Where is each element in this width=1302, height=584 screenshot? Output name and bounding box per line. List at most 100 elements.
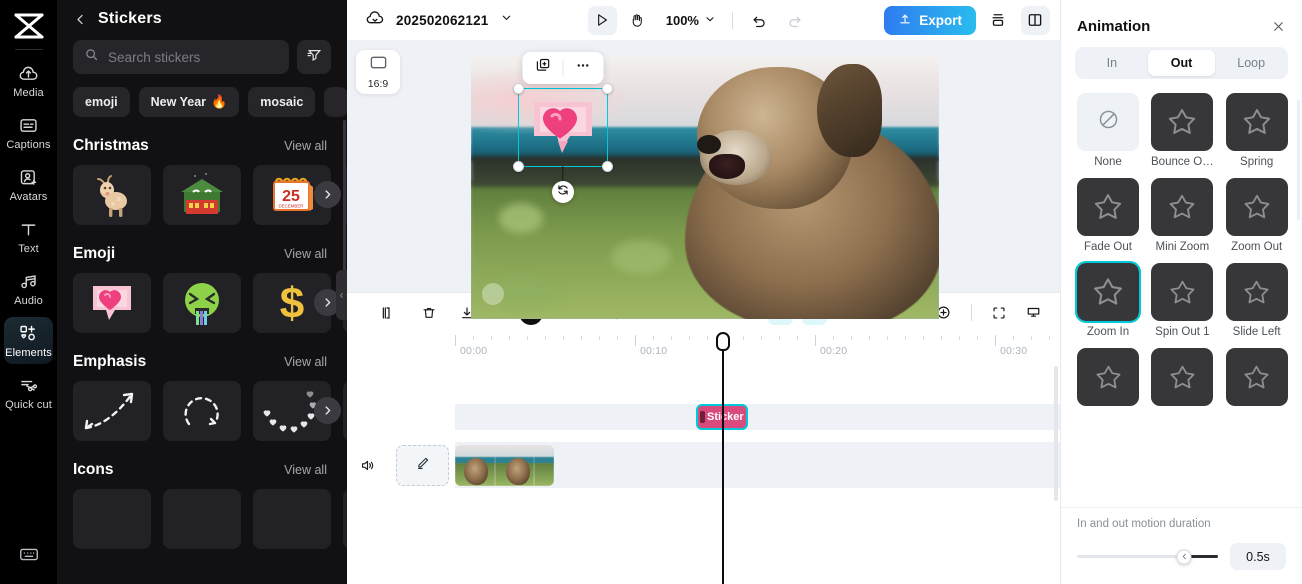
chip-label: emoji [85,95,118,109]
animation-option-12[interactable] [1225,348,1288,411]
project-name[interactable]: 202502062121 [396,13,489,28]
preview-screen-button[interactable] [1021,300,1046,325]
animation-thumbnail [1225,263,1288,321]
sticker-tile-curved-arrow[interactable] [73,381,151,441]
sticker-tile-dashed-circle-arrow[interactable] [163,381,241,441]
split-clip-button[interactable] [373,300,398,325]
resize-handle-bottom-left[interactable] [513,161,524,172]
sticker-tile-icon-3[interactable] [253,489,331,549]
resize-handle-bottom-right[interactable] [602,161,613,172]
view-all-link[interactable]: View all [284,139,327,153]
panel-scrollbar[interactable] [343,120,346,290]
chip-emoji[interactable]: emoji [73,87,130,117]
rotate-handle[interactable] [552,181,574,203]
sticker-tile-sick-face[interactable] [163,273,241,333]
animation-option-spin-out-1[interactable]: Spin Out 1 [1151,263,1214,338]
sidebar-item-elements[interactable]: Elements [4,317,53,364]
view-all-link[interactable]: View all [284,355,327,369]
sticker-tile-reindeer[interactable] [73,165,151,225]
tab-loop[interactable]: Loop [1217,50,1285,76]
delete-button[interactable] [416,300,441,325]
tag-chip-list: emoji New Year 🔥 mosaic [57,74,347,117]
chip-mosaic[interactable]: mosaic [248,87,316,117]
animation-option-mini-zoom[interactable]: Mini Zoom [1151,178,1214,253]
search-icon [84,47,99,67]
tab-out[interactable]: Out [1147,50,1216,76]
sticker-tile-pink-heart-message[interactable] [73,273,151,333]
undo-button[interactable] [745,6,774,35]
sticker-tile-icon-2[interactable] [163,489,241,549]
panel-collapse-handle[interactable] [336,270,347,320]
sticker-tile-icon-1[interactable] [73,489,151,549]
playhead[interactable] [716,332,730,584]
animation-option-bounce-out[interactable]: Bounce O… [1151,93,1214,168]
search-box[interactable] [73,40,289,74]
sticker-track[interactable] [455,404,1060,430]
sidebar-item-captions[interactable]: Captions [4,109,53,156]
svg-text:25: 25 [282,188,300,205]
animation-option-spring[interactable]: Spring [1225,93,1288,168]
clip-trim-handle-right[interactable] [745,411,746,423]
playhead-handle[interactable] [716,332,730,351]
chevron-left-icon [1182,553,1186,560]
hand-tool-button[interactable] [623,6,652,35]
sidebar-item-quick-cut[interactable]: Quick cut [4,369,53,416]
clip-trim-handle-left[interactable] [700,411,705,423]
panel-scrollbar[interactable] [1297,100,1300,220]
layers-button[interactable] [984,6,1013,35]
resize-handle-top-right[interactable] [602,83,613,94]
star-icon [1094,278,1122,305]
duplicate-icon[interactable] [535,57,552,79]
animation-option-slide-left[interactable]: Slide Left [1225,263,1288,338]
back-button[interactable] [73,12,88,27]
animation-option-zoom-in[interactable]: Zoom In [1075,261,1141,338]
animation-option-zoom-out[interactable]: Zoom Out [1225,178,1288,253]
edit-clip-button[interactable] [396,445,449,486]
aspect-ratio-button[interactable]: 16:9 [356,50,400,94]
duration-slider-knob[interactable] [1176,549,1192,564]
close-icon[interactable] [1271,19,1286,34]
animation-option-11[interactable] [1151,348,1214,411]
resize-handle-top-left[interactable] [513,83,524,94]
fit-to-screen-button[interactable] [987,300,1012,325]
chip-overflow[interactable] [324,87,347,117]
chip-new-year[interactable]: New Year 🔥 [138,87,240,117]
split-view-button[interactable] [1020,5,1050,35]
keyboard-shortcuts-button[interactable] [0,543,57,570]
search-input[interactable] [108,49,278,65]
export-button[interactable]: Export [884,5,976,35]
animation-option-10[interactable] [1077,348,1139,411]
duration-slider[interactable] [1077,549,1218,564]
animation-option-none[interactable]: None [1077,93,1139,168]
timeline-ruler[interactable]: 00:00 00:10 00:20 00:30 [347,332,1060,358]
timeline[interactable]: 00:00 00:10 00:20 00:30 Sticker [347,332,1060,584]
cloud-saved-icon[interactable] [365,8,385,33]
animation-label: Spring [1240,156,1274,168]
more-options-icon[interactable] [575,57,592,79]
chevron-down-icon[interactable] [500,11,513,29]
sticker-selection-frame[interactable] [513,52,613,203]
capcut-logo-icon[interactable] [9,6,49,46]
view-all-link[interactable]: View all [284,463,327,477]
elements-add-icon [18,323,39,344]
chevron-right-icon[interactable] [314,181,341,208]
filter-button[interactable] [297,40,331,74]
duration-value[interactable]: 0.5s [1230,543,1286,570]
sidebar-item-avatars[interactable]: Avatars [4,161,53,208]
chevron-right-icon[interactable] [314,397,341,424]
sidebar-item-media[interactable]: Media [4,57,53,104]
sidebar-item-text[interactable]: Text [4,213,53,260]
video-clip[interactable] [455,445,554,486]
animation-option-fade-out[interactable]: Fade Out [1077,178,1139,253]
sticker-row-emphasis [57,381,347,441]
speaker-icon[interactable] [359,457,376,479]
timeline-scrollbar[interactable] [1054,366,1058,501]
view-all-link[interactable]: View all [284,247,327,261]
zoom-level-dropdown[interactable]: 100% [666,13,716,28]
tab-in[interactable]: In [1078,50,1146,76]
sidebar-item-audio[interactable]: Audio [4,265,53,312]
sidebar-item-label: Captions [6,139,51,151]
sticker-tile-christmas-house[interactable] [163,165,241,225]
select-tool-button[interactable] [587,5,617,35]
star-icon [1244,365,1269,388]
